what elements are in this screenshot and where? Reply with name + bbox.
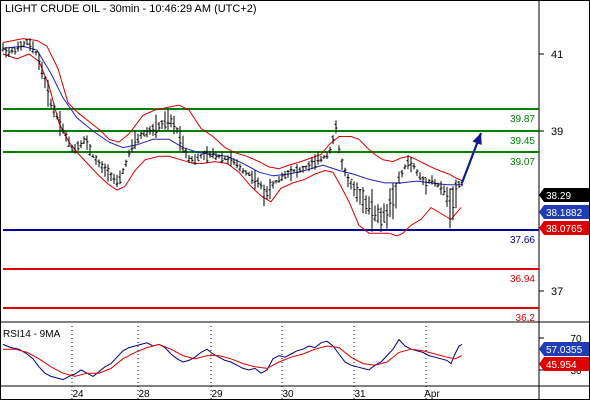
level-label: 36.94 <box>510 274 535 285</box>
level-label: 36.2 <box>516 313 536 324</box>
price-panel: LIGHT CRUDE OIL - 30min - 10:46:29 AM (U… <box>0 0 590 400</box>
y-tick-label: 37 <box>551 286 563 298</box>
level-label: 39.07 <box>510 157 535 168</box>
rsi-title: RSI14 - 9MA <box>3 329 61 340</box>
crude-oil-chart: LIGHT CRUDE OIL - 30min - 10:46:29 AM (U… <box>0 0 590 400</box>
x-tick-label: 24 <box>72 389 84 400</box>
y-tick-label: 39 <box>551 126 563 138</box>
projection-arrowhead <box>472 133 482 146</box>
price-tag-label: 38.1882 <box>546 208 583 219</box>
level-label: 37.66 <box>510 235 535 246</box>
x-tick-label: 28 <box>138 389 150 400</box>
level-label: 39.45 <box>510 136 535 147</box>
rsi-panel: RSI14 - 9MA 703057.035545.95424 28 29 30 31 Ap… <box>2 326 589 400</box>
bollinger-lower-band <box>2 53 462 237</box>
level-label: 39.87 <box>510 114 535 125</box>
rsi-value-tag-label: 57.0355 <box>546 345 583 356</box>
rsi-value-tag-label: 45.954 <box>546 360 577 371</box>
x-tick-label: Apr <box>424 389 440 400</box>
x-tick-label: 29 <box>211 389 223 400</box>
price-tag-label: 38.29 <box>546 191 571 202</box>
x-tick-label: 30 <box>282 389 294 400</box>
x-tick-label: 31 <box>354 389 366 400</box>
chart-frame <box>0 0 590 400</box>
chart-title: LIGHT CRUDE OIL - 30min - 10:46:29 AM (U… <box>5 3 257 15</box>
moving-average-line <box>2 45 463 186</box>
price-tag-label: 38.0765 <box>546 224 583 235</box>
y-tick-label: 41 <box>551 49 563 61</box>
